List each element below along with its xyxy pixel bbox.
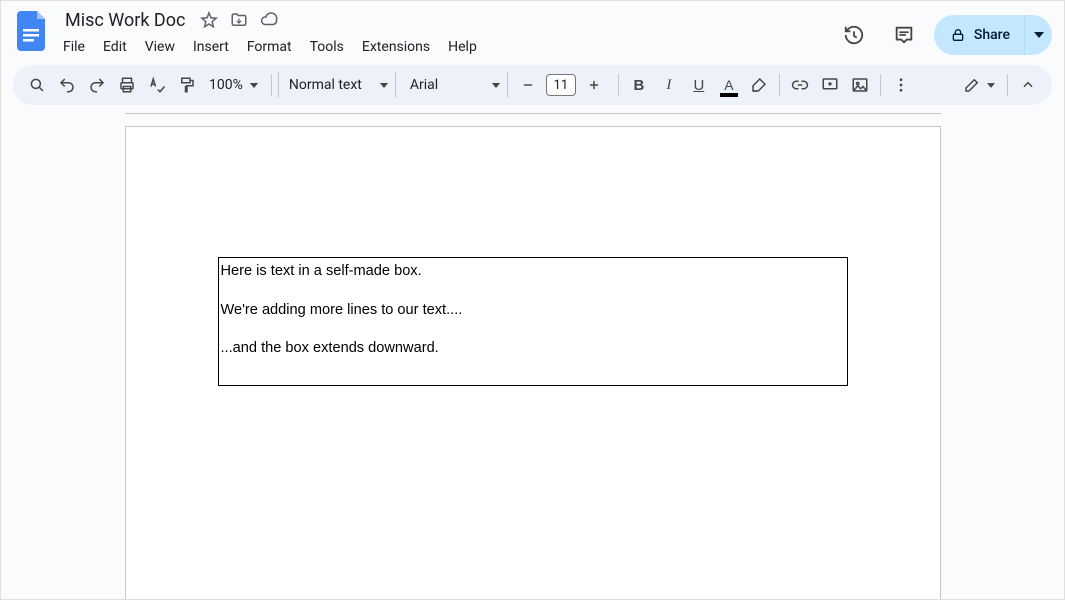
caret-down-icon — [987, 83, 995, 88]
zoom-dropdown[interactable]: 100% — [203, 77, 265, 93]
font-size-input[interactable]: 11 — [546, 74, 576, 96]
menu-file[interactable]: File — [55, 35, 93, 59]
menu-format[interactable]: Format — [239, 35, 300, 59]
font-family-dropdown[interactable]: Arial — [398, 72, 508, 98]
insert-image-button[interactable] — [846, 71, 874, 99]
star-icon[interactable] — [199, 10, 219, 30]
history-icon[interactable] — [834, 15, 874, 55]
highlight-button[interactable] — [745, 71, 773, 99]
font-family-value: Arial — [410, 77, 438, 93]
menu-extensions[interactable]: Extensions — [354, 35, 438, 59]
separator — [271, 74, 272, 96]
titlebar: Misc Work Doc File Edit View Insert Form… — [1, 1, 1064, 59]
redo-button[interactable] — [83, 71, 111, 99]
share-button[interactable]: Share — [934, 15, 1024, 55]
toolbar-container: 100% Normal text Arial 11 B I U A — [1, 59, 1064, 105]
caret-down-icon — [1034, 30, 1044, 40]
separator — [618, 74, 619, 96]
title-row: Misc Work Doc — [61, 7, 826, 33]
text-line[interactable]: ...and the box extends downward. — [221, 339, 845, 359]
collapse-toolbar-button[interactable] — [1014, 71, 1042, 99]
add-comment-button[interactable] — [816, 71, 844, 99]
menu-help[interactable]: Help — [440, 35, 485, 59]
editing-mode-dropdown[interactable] — [957, 71, 1001, 99]
text-color-button[interactable]: A — [715, 71, 743, 99]
menu-edit[interactable]: Edit — [95, 35, 135, 59]
pencil-icon — [963, 76, 981, 94]
decrease-font-size[interactable] — [514, 71, 542, 99]
share-dropdown[interactable] — [1024, 15, 1052, 55]
lock-icon — [950, 27, 966, 43]
italic-button[interactable]: I — [655, 71, 683, 99]
caret-down-icon — [379, 83, 389, 88]
print-button[interactable] — [113, 71, 141, 99]
zoom-value: 100% — [209, 77, 243, 93]
comments-icon[interactable] — [884, 15, 924, 55]
undo-button[interactable] — [53, 71, 81, 99]
menu-tools[interactable]: Tools — [302, 35, 352, 59]
spellcheck-button[interactable] — [143, 71, 171, 99]
cloud-status-icon[interactable] — [259, 10, 279, 30]
share-label: Share — [974, 27, 1010, 43]
search-icon[interactable] — [23, 71, 51, 99]
share-button-group: Share — [934, 15, 1052, 55]
text-line[interactable]: We're adding more lines to our text.... — [221, 301, 845, 321]
more-toolbar-button[interactable] — [887, 71, 915, 99]
document-canvas[interactable]: Here is text in a self-made box. We're a… — [1, 105, 1064, 599]
separator — [880, 74, 881, 96]
increase-font-size[interactable] — [580, 71, 608, 99]
menubar: File Edit View Insert Format Tools Exten… — [55, 35, 826, 59]
pages: Here is text in a self-made box. We're a… — [125, 113, 941, 599]
underline-button[interactable]: U — [685, 71, 713, 99]
paragraph-style-dropdown[interactable]: Normal text — [278, 72, 396, 98]
move-folder-icon[interactable] — [229, 10, 249, 30]
text-line[interactable]: Here is text in a self-made box. — [221, 262, 845, 282]
header-right-actions: Share — [834, 7, 1052, 55]
separator — [1007, 74, 1008, 96]
insert-link-button[interactable] — [786, 71, 814, 99]
caret-down-icon — [491, 83, 501, 88]
menu-insert[interactable]: Insert — [185, 35, 237, 59]
paragraph-style-value: Normal text — [289, 77, 362, 93]
toolbar: 100% Normal text Arial 11 B I U A — [13, 65, 1052, 105]
docs-logo[interactable] — [13, 7, 53, 55]
font-size-control: 11 — [510, 71, 612, 99]
caret-down-icon — [249, 83, 259, 88]
separator — [779, 74, 780, 96]
title-area: Misc Work Doc File Edit View Insert Form… — [61, 7, 826, 59]
text-box[interactable]: Here is text in a self-made box. We're a… — [218, 257, 848, 386]
menu-view[interactable]: View — [137, 35, 183, 59]
bold-button[interactable]: B — [625, 71, 653, 99]
previous-page-fragment[interactable] — [125, 113, 941, 114]
paint-format-button[interactable] — [173, 71, 201, 99]
page[interactable]: Here is text in a self-made box. We're a… — [125, 126, 941, 599]
document-title[interactable]: Misc Work Doc — [61, 9, 189, 32]
app-root: Misc Work Doc File Edit View Insert Form… — [0, 0, 1065, 600]
